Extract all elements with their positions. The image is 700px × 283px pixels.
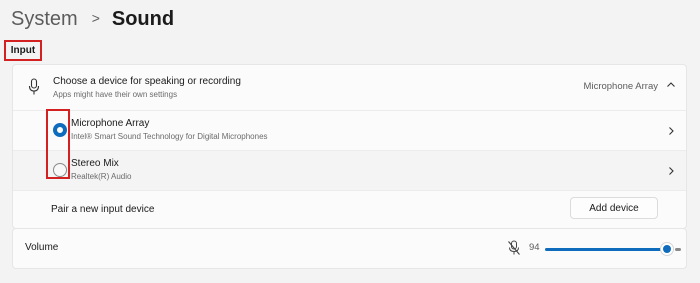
breadcrumb-separator: > xyxy=(91,10,100,26)
volume-slider-fill xyxy=(545,248,667,251)
section-label-input: Input xyxy=(4,40,42,61)
microphone-icon xyxy=(28,78,40,95)
page-title: Sound xyxy=(111,7,175,30)
breadcrumb-system[interactable]: System xyxy=(11,8,78,31)
volume-slider-track xyxy=(674,248,681,251)
device-name: Microphone Array xyxy=(71,118,150,129)
choose-device-title: Choose a device for speaking or recordin… xyxy=(53,76,241,87)
chevron-up-icon[interactable] xyxy=(666,80,676,90)
chevron-right-icon[interactable] xyxy=(666,165,676,177)
volume-label: Volume xyxy=(25,242,59,253)
device-row-microphone-array[interactable]: Microphone Array Intel® Smart Sound Tech… xyxy=(13,110,686,150)
chevron-right-icon[interactable] xyxy=(666,125,676,137)
microphone-muted-icon[interactable] xyxy=(507,240,521,256)
device-row-stereo-mix[interactable]: Stereo Mix Realtek(R) Audio xyxy=(13,150,686,190)
add-device-button[interactable]: Add device xyxy=(570,197,658,219)
volume-slider[interactable] xyxy=(545,241,681,257)
device-description: Realtek(R) Audio xyxy=(71,172,132,181)
pair-device-label: Pair a new input device xyxy=(51,204,155,215)
device-name: Stereo Mix xyxy=(71,158,119,169)
radio-microphone-array[interactable] xyxy=(53,123,67,137)
breadcrumb: System > Sound xyxy=(11,5,174,33)
pair-input-device-row: Pair a new input device Add device xyxy=(13,190,686,229)
choose-input-device-row[interactable]: Choose a device for speaking or recordin… xyxy=(13,65,686,110)
device-description: Intel® Smart Sound Technology for Digita… xyxy=(71,132,268,141)
volume-value: 94 xyxy=(529,242,540,253)
radio-stereo-mix[interactable] xyxy=(53,163,67,177)
volume-slider-thumb[interactable] xyxy=(659,242,674,256)
choose-device-subtitle: Apps might have their own settings xyxy=(53,90,178,99)
volume-card: Volume 94 xyxy=(12,228,687,269)
input-devices-card: Choose a device for speaking or recordin… xyxy=(12,64,687,229)
selected-device-value: Microphone Array xyxy=(583,81,658,92)
